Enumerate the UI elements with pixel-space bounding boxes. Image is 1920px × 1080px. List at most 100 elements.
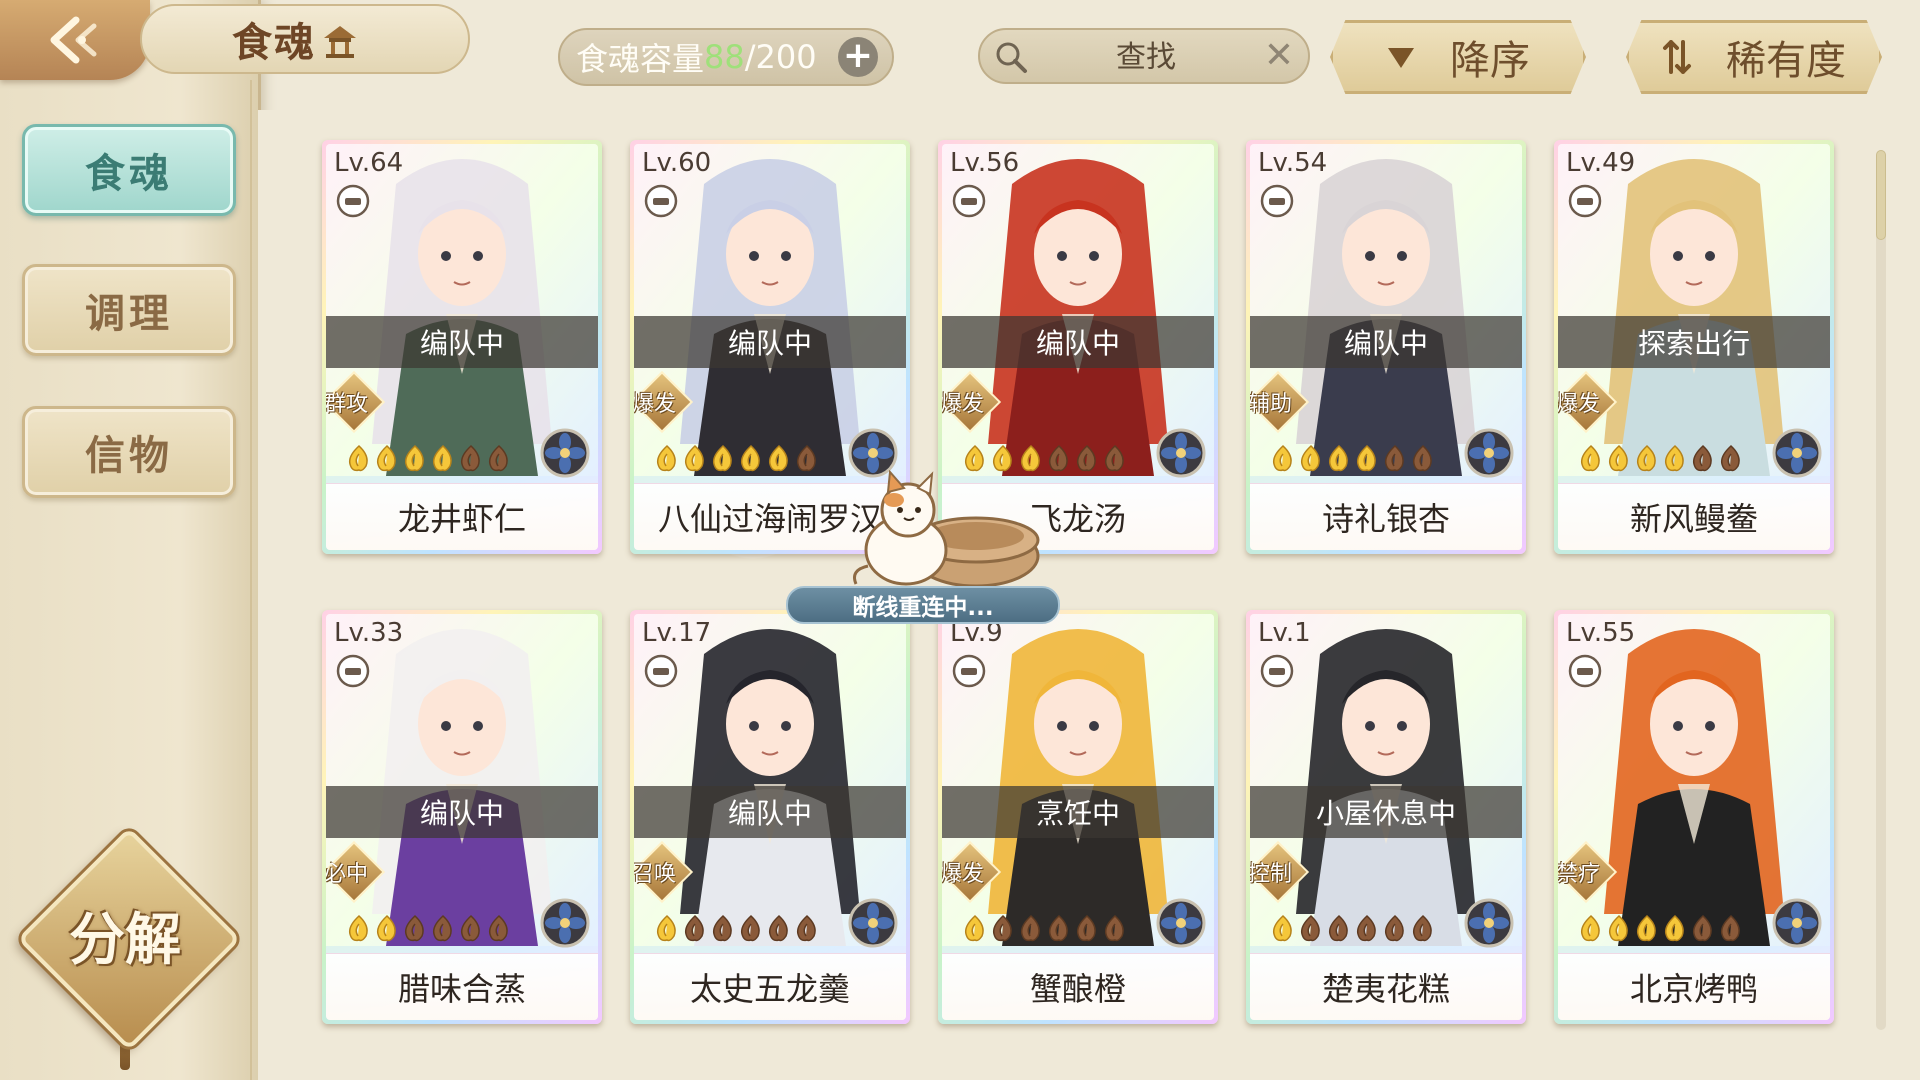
tab-token[interactable]: 信物 xyxy=(22,406,236,498)
role-label: 控制 xyxy=(1250,862,1293,887)
rarity-stars xyxy=(346,914,512,944)
element-flower-icon xyxy=(1772,428,1822,478)
portrait-eye-left xyxy=(749,251,759,261)
tab-food-soul[interactable]: 食魂 xyxy=(22,124,236,216)
rarity-flame-dim-icon xyxy=(486,444,512,472)
lock-icon[interactable] xyxy=(336,184,370,218)
rarity-flame-lit-icon xyxy=(346,444,372,472)
rarity-flame-dim-icon xyxy=(1410,914,1436,942)
search-input[interactable] xyxy=(1040,30,1252,84)
portrait-eye-right xyxy=(781,721,791,731)
role-badge: 控制 xyxy=(1250,840,1310,904)
rarity-flame-dim-icon xyxy=(402,914,428,942)
food-soul-card[interactable]: Lv.9 烹饪中 爆发 蟹酿橙 xyxy=(938,610,1218,1024)
capacity-add-button[interactable]: + xyxy=(838,37,878,77)
lock-icon[interactable] xyxy=(1568,184,1602,218)
element-flower-icon xyxy=(1156,898,1206,948)
food-soul-card[interactable]: Lv.1 小屋休息中 控制 楚夷花糕 xyxy=(1246,610,1526,1024)
pavilion-icon[interactable] xyxy=(320,20,360,60)
sort-order-label: 降序 xyxy=(1450,38,1530,84)
card-inner: Lv.64 编队中 群攻 龙井虾仁 xyxy=(326,144,598,550)
rarity-flame-dim-icon xyxy=(794,914,820,942)
rarity-flame-lit-icon xyxy=(1606,914,1632,942)
card-level: Lv.33 xyxy=(334,618,404,648)
rarity-flame-dim-icon xyxy=(1382,444,1408,472)
card-level: Lv.55 xyxy=(1566,618,1636,648)
rarity-flame-lit-icon xyxy=(402,444,428,472)
card-name: 楚夷花糕 xyxy=(1250,953,1522,1020)
food-soul-card[interactable]: Lv.17 编队中 召唤 太史五龙羹 xyxy=(630,610,910,1024)
lock-icon[interactable] xyxy=(644,184,678,218)
portrait-eye-left xyxy=(1365,721,1375,731)
card-level: Lv.17 xyxy=(642,618,712,648)
card-status: 编队中 xyxy=(942,316,1214,368)
card-name: 新风鳗鲞 xyxy=(1558,483,1830,550)
card-inner: Lv.1 小屋休息中 控制 楚夷花糕 xyxy=(1250,614,1522,1020)
role-label: 禁疗 xyxy=(1558,862,1601,887)
food-soul-card[interactable]: Lv.64 编队中 群攻 龙井虾仁 xyxy=(322,140,602,554)
rarity-flame-lit-icon xyxy=(962,444,988,472)
portrait-eye-left xyxy=(441,251,451,261)
lock-icon[interactable] xyxy=(1260,654,1294,688)
card-status: 编队中 xyxy=(634,786,906,838)
rarity-flame-dim-icon xyxy=(1410,444,1436,472)
card-level: Lv.49 xyxy=(1566,148,1636,178)
rarity-stars xyxy=(1270,444,1436,474)
lock-icon[interactable] xyxy=(952,184,986,218)
back-button[interactable] xyxy=(0,0,150,80)
rarity-flame-lit-icon xyxy=(654,444,680,472)
role-badge: 必中 xyxy=(326,840,386,904)
card-name: 太史五龙羹 xyxy=(634,953,906,1020)
card-status: 编队中 xyxy=(326,316,598,368)
lock-icon[interactable] xyxy=(1260,184,1294,218)
food-soul-card[interactable]: Lv.49 探索出行 爆发 新风鳗鲞 xyxy=(1554,140,1834,554)
role-label: 辅助 xyxy=(1250,392,1293,417)
portrait-eye-right xyxy=(781,251,791,261)
search-box[interactable]: ✕ xyxy=(978,28,1310,84)
lock-icon[interactable] xyxy=(336,654,370,688)
tab-cooking[interactable]: 调理 xyxy=(22,264,236,356)
card-inner: Lv.55 禁疗 北京烤鸭 xyxy=(1558,614,1830,1020)
role-badge: 群攻 xyxy=(326,370,386,434)
portrait-eye-right xyxy=(1705,721,1715,731)
clear-search-icon[interactable]: ✕ xyxy=(1264,36,1294,76)
card-name: 北京烤鸭 xyxy=(1558,953,1830,1020)
rarity-flame-lit-icon xyxy=(766,444,792,472)
scrollbar[interactable] xyxy=(1876,150,1886,1030)
card-status: 编队中 xyxy=(326,786,598,838)
back-arrow-icon xyxy=(50,16,97,64)
rarity-flame-lit-icon xyxy=(346,914,372,942)
capacity-current: 88 xyxy=(704,38,745,76)
decompose-label[interactable]: 分解 xyxy=(50,860,200,1010)
food-soul-card[interactable]: Lv.54 编队中 辅助 诗礼银杏 xyxy=(1246,140,1526,554)
element-flower-icon xyxy=(848,898,898,948)
sort-order-button[interactable]: 降序 xyxy=(1330,20,1586,94)
lock-icon[interactable] xyxy=(1568,654,1602,688)
lock-icon[interactable] xyxy=(952,654,986,688)
rarity-flame-dim-icon xyxy=(486,914,512,942)
rarity-flame-dim-icon xyxy=(1326,914,1352,942)
scrollbar-thumb[interactable] xyxy=(1876,150,1886,240)
portrait-eye-left xyxy=(1365,251,1375,261)
lock-icon[interactable] xyxy=(644,654,678,688)
rarity-flame-dim-icon xyxy=(738,914,764,942)
rarity-flame-dim-icon xyxy=(794,444,820,472)
portrait-eye-left xyxy=(1673,721,1683,731)
card-name: 腊味合蒸 xyxy=(326,953,598,1020)
role-badge: 召唤 xyxy=(634,840,694,904)
rarity-flame-dim-icon xyxy=(1298,914,1324,942)
sort-rarity-button[interactable]: 稀有度 xyxy=(1626,20,1882,94)
rarity-flame-lit-icon xyxy=(1578,444,1604,472)
role-label: 爆发 xyxy=(634,392,677,417)
rarity-stars xyxy=(654,444,820,474)
rarity-flame-dim-icon xyxy=(766,914,792,942)
card-status: 编队中 xyxy=(634,316,906,368)
food-soul-card[interactable]: Lv.33 编队中 必中 腊味合蒸 xyxy=(322,610,602,1024)
portrait-eye-right xyxy=(473,251,483,261)
food-soul-card[interactable]: Lv.55 禁疗 北京烤鸭 xyxy=(1554,610,1834,1024)
reconnect-cat-icon xyxy=(853,470,1040,588)
element-flower-icon xyxy=(540,898,590,948)
rarity-stars xyxy=(1578,444,1744,474)
rarity-flame-lit-icon xyxy=(1270,444,1296,472)
rarity-flame-dim-icon xyxy=(710,914,736,942)
